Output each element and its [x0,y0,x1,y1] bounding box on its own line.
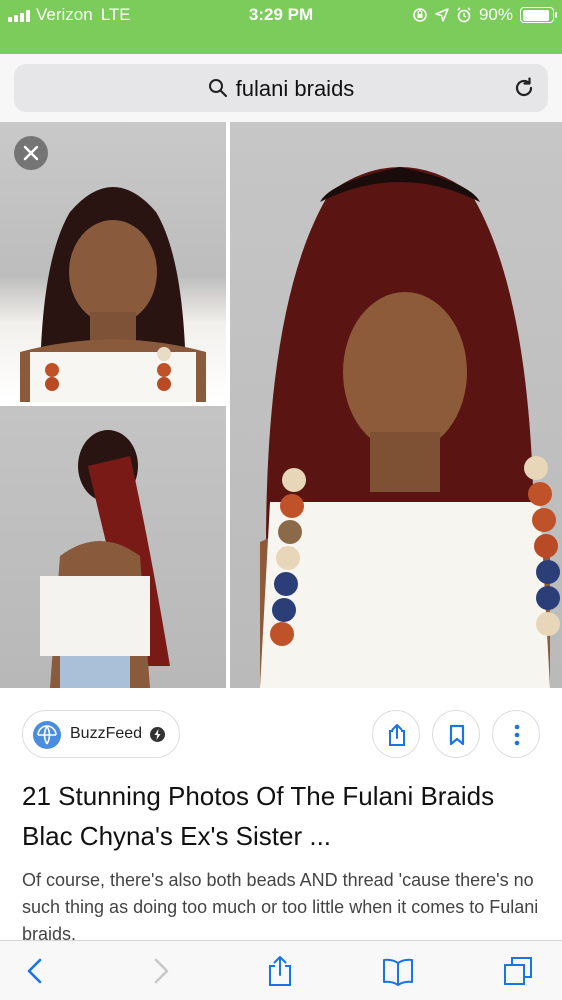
share-icon[interactable] [264,955,296,987]
address-bar-query[interactable]: fulani braids [14,76,548,102]
close-preview-button[interactable] [14,136,48,170]
source-chip[interactable]: BuzzFeed [22,710,180,758]
close-icon [23,145,39,161]
status-bar: Verizon LTE 3:29 PM 90% [0,0,562,54]
save-result-button[interactable] [432,710,480,758]
forward-icon[interactable] [144,955,176,987]
share-icon [389,724,405,746]
address-bar-container: fulani braids [0,54,562,122]
bookmark-icon [449,724,465,746]
bookmarks-icon[interactable] [382,955,414,987]
amp-lightning-icon [150,727,165,742]
tabs-icon[interactable] [502,955,534,987]
battery-percent: 90% [478,5,513,24]
search-query-text: fulani braids [235,76,355,101]
location-arrow-icon [435,8,449,22]
reload-icon[interactable] [512,76,536,100]
photo-back-view [0,406,226,688]
buzzfeed-logo-icon [33,721,61,749]
image-preview[interactable] [0,122,562,688]
photo-main-portrait [230,122,562,688]
address-bar[interactable]: fulani braids [14,64,548,112]
result-title[interactable]: 21 Stunning Photos Of The Fulani Braids … [22,776,542,856]
more-options-button[interactable] [492,710,540,758]
source-name: BuzzFeed [70,725,143,742]
photo-main-illustration [260,167,560,688]
status-indicators: 90% [412,5,557,25]
battery-fill [522,9,549,21]
alarm-icon [457,7,471,23]
back-icon[interactable] [20,955,52,987]
search-icon [208,79,227,98]
share-result-button[interactable] [372,710,420,758]
more-vertical-icon [514,724,520,746]
result-snippet: Of course, there's also both beads AND t… [22,870,539,944]
browser-toolbar [0,940,562,1000]
photo-back-illustration [40,430,170,688]
battery-icon [520,7,557,23]
lock-rotation-icon [413,8,427,22]
